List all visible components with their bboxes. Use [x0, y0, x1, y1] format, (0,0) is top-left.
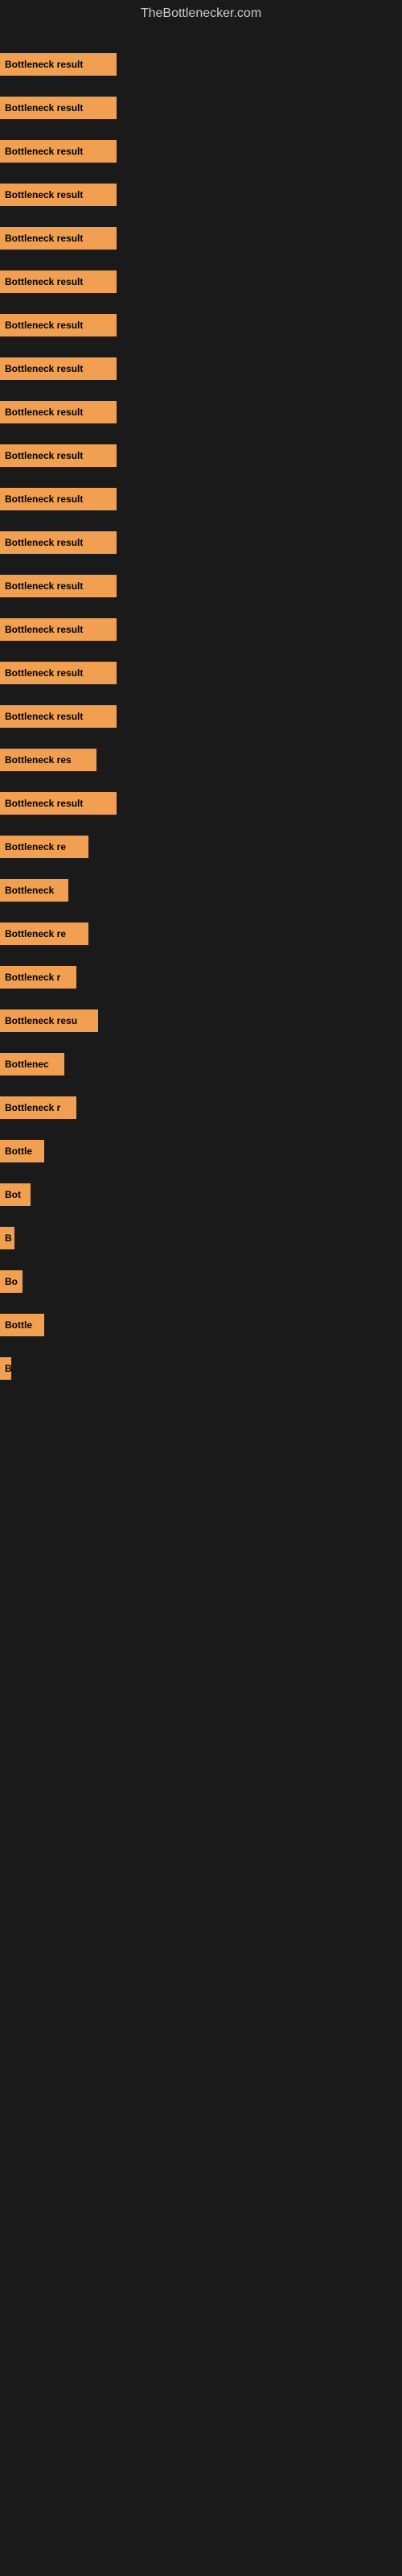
bar-row: Bottleneck result [0, 486, 402, 512]
bottleneck-bar[interactable]: Bottleneck result [0, 531, 117, 554]
bottleneck-bar[interactable]: Bottleneck result [0, 314, 117, 336]
bar-row: Bottleneck result [0, 530, 402, 555]
bar-row: Bottleneck result [0, 660, 402, 686]
bottleneck-bar[interactable]: Bottleneck result [0, 227, 117, 250]
bar-row: Bottleneck resu [0, 1008, 402, 1034]
bottleneck-bar[interactable]: Bottleneck result [0, 792, 117, 815]
bottleneck-bar[interactable]: Bottleneck result [0, 401, 117, 423]
bar-row: Bottle [0, 1138, 402, 1164]
bottleneck-bar[interactable]: B [0, 1357, 11, 1380]
bottleneck-bar[interactable]: Bottleneck result [0, 270, 117, 293]
bottleneck-bar[interactable]: Bottleneck result [0, 140, 117, 163]
site-title-text: TheBottlenecker.com [141, 6, 261, 20]
bottleneck-bar[interactable]: Bottleneck result [0, 444, 117, 467]
bar-row: Bottlenec [0, 1051, 402, 1077]
site-title: TheBottlenecker.com [0, 0, 402, 27]
bottleneck-bar[interactable]: Bottleneck result [0, 575, 117, 597]
bar-row: B [0, 1356, 402, 1381]
bar-row: Bottleneck result [0, 138, 402, 164]
bar-row: Bottleneck result [0, 573, 402, 599]
bar-row: Bottleneck result [0, 356, 402, 382]
bar-row: Bottleneck result [0, 791, 402, 816]
bar-row: Bottleneck re [0, 921, 402, 947]
bottleneck-bar[interactable]: Bottleneck r [0, 1096, 76, 1119]
bottleneck-bar[interactable]: Bottleneck result [0, 357, 117, 380]
bottleneck-bar[interactable]: Bottleneck [0, 879, 68, 902]
bar-row: Bottleneck result [0, 182, 402, 208]
bar-row: Bottleneck result [0, 399, 402, 425]
bottleneck-bar[interactable]: Bottle [0, 1140, 44, 1162]
bottleneck-bar[interactable]: Bottleneck re [0, 836, 88, 858]
bottleneck-bar[interactable]: Bottleneck result [0, 184, 117, 206]
bar-row: Bottleneck result [0, 52, 402, 77]
bottleneck-bar[interactable]: Bottleneck res [0, 749, 96, 771]
bar-row: Bottleneck re [0, 834, 402, 860]
bottleneck-bar[interactable]: Bottleneck result [0, 97, 117, 119]
bar-row: Bottleneck result [0, 225, 402, 251]
bottleneck-bar[interactable]: Bottleneck r [0, 966, 76, 989]
bar-row: Bottleneck result [0, 704, 402, 729]
bar-row: Bottleneck result [0, 95, 402, 121]
bar-row: B [0, 1225, 402, 1251]
bottleneck-bar[interactable]: Bottleneck result [0, 488, 117, 510]
bottleneck-bar[interactable]: Bottleneck resu [0, 1009, 98, 1032]
bar-row: Bo [0, 1269, 402, 1294]
bottleneck-bar[interactable]: Bottleneck result [0, 662, 117, 684]
bar-row: Bot [0, 1182, 402, 1208]
bar-row: Bottleneck res [0, 747, 402, 773]
bar-row: Bottleneck r [0, 964, 402, 990]
bottleneck-bar[interactable]: Bottleneck re [0, 923, 88, 945]
bar-row: Bottleneck result [0, 617, 402, 642]
bottleneck-bar[interactable]: Bot [0, 1183, 31, 1206]
bottleneck-bar[interactable]: Bottlenec [0, 1053, 64, 1075]
bar-row: Bottleneck r [0, 1095, 402, 1121]
bottleneck-bar[interactable]: Bo [0, 1270, 23, 1293]
bottleneck-bar[interactable]: Bottleneck result [0, 618, 117, 641]
bottleneck-bar[interactable]: Bottle [0, 1314, 44, 1336]
bar-row: Bottleneck result [0, 312, 402, 338]
bottleneck-bar[interactable]: Bottleneck result [0, 705, 117, 728]
bar-row: Bottle [0, 1312, 402, 1338]
bar-row: Bottleneck [0, 877, 402, 903]
bar-row: Bottleneck result [0, 443, 402, 469]
bottleneck-bar[interactable]: B [0, 1227, 14, 1249]
bottleneck-bar[interactable]: Bottleneck result [0, 53, 117, 76]
bars-container: Bottleneck result Bottleneck result Bottle… [0, 27, 402, 1391]
bar-row: Bottleneck result [0, 269, 402, 295]
